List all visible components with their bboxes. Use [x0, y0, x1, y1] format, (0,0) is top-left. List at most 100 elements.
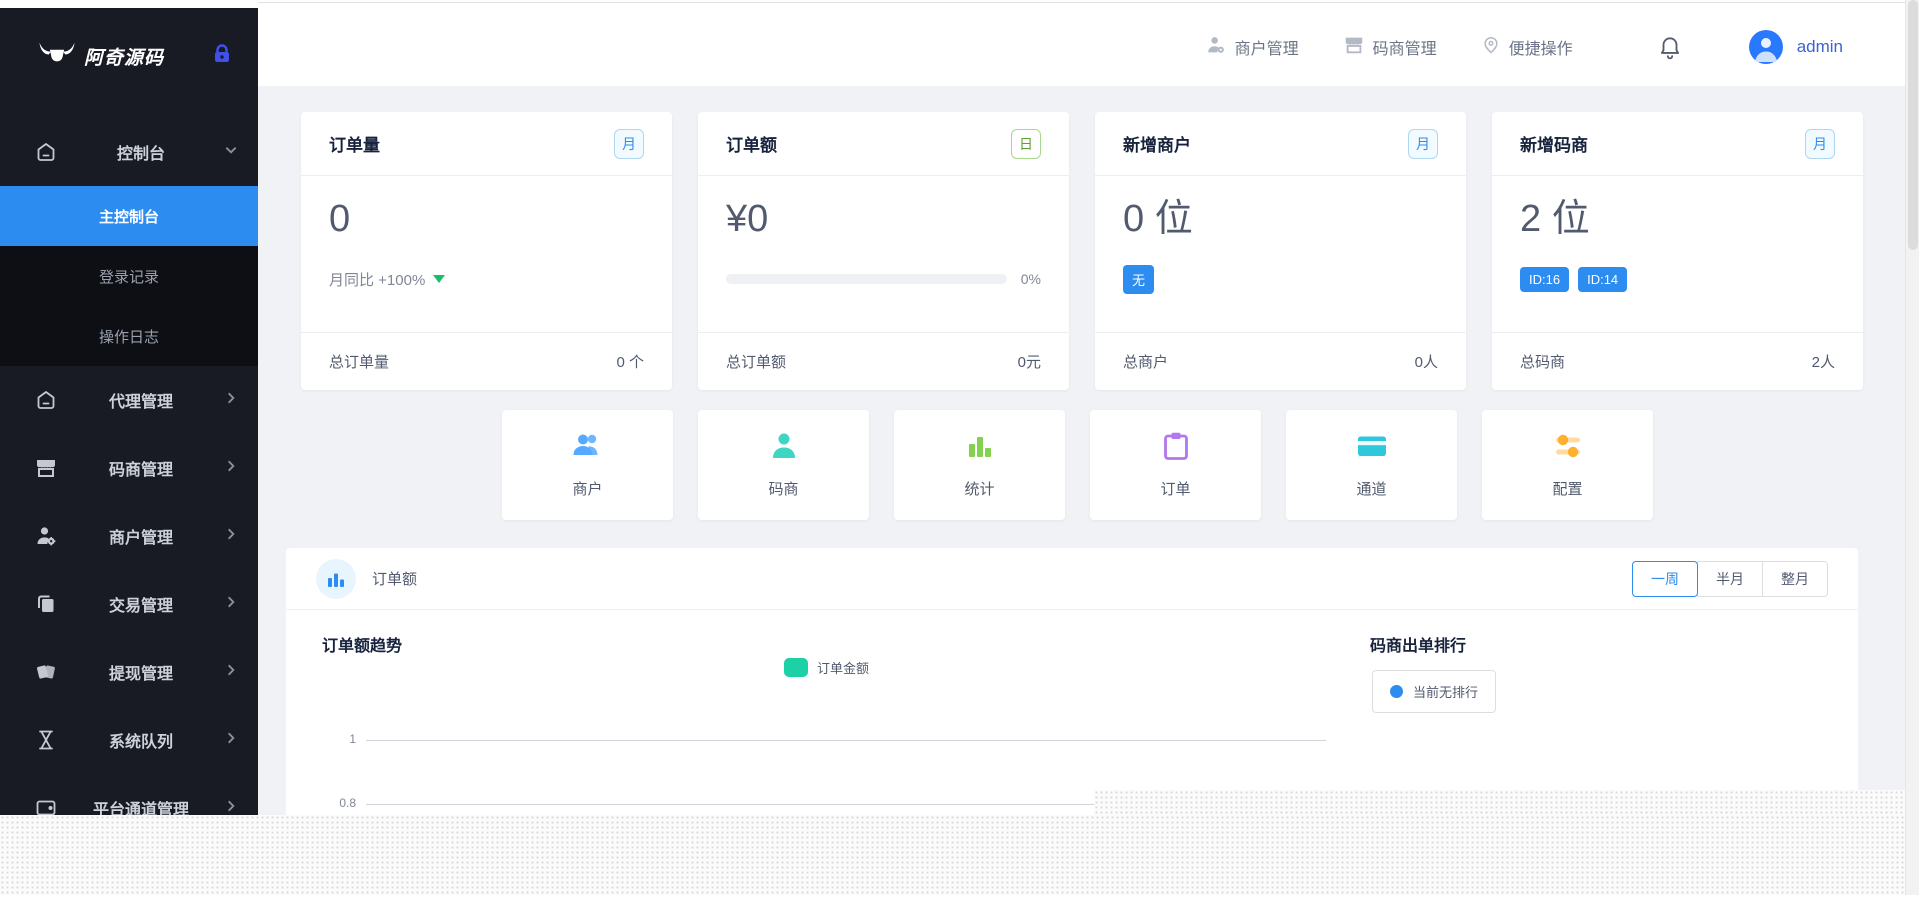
shop-icon — [34, 456, 58, 480]
card-value: ¥0 — [726, 198, 769, 240]
range-half-month-button[interactable]: 半月 — [1697, 560, 1763, 597]
bar-chart-icon — [316, 558, 356, 599]
notification-bell-icon[interactable] — [1657, 34, 1683, 60]
sidebar-item-label: 系统队列 — [108, 734, 173, 751]
user-gear-icon — [34, 524, 58, 548]
panel-header: 订单额 一周 半月 整月 — [286, 548, 1858, 610]
footer-label: 总订单额 — [726, 354, 787, 371]
topnav-quick-actions[interactable]: 便捷操作 — [1481, 35, 1573, 60]
stat-card-new-coders: 新增码商 月 2 位 ID:16 ID:14 总码商 2人 — [1492, 112, 1863, 390]
period-badge[interactable]: 月 — [614, 128, 644, 159]
ranking-empty-label: 当前无排行 — [1413, 685, 1479, 700]
range-button-group: 一周 半月 整月 — [1632, 560, 1828, 597]
user-gear-icon — [1205, 34, 1235, 61]
stat-card-order-count: 订单量 月 0 月同比 +100% 总订单量 0 个 — [301, 112, 672, 390]
sidebar-item-operation-logs[interactable]: 操作日志 — [0, 306, 258, 366]
sidebar-item-main-console[interactable]: 主控制台 — [0, 186, 258, 246]
console-submenu: 主控制台 登录记录 操作日志 — [0, 186, 258, 366]
progress-bar — [726, 274, 1007, 284]
username[interactable]: admin — [1797, 37, 1843, 57]
quick-link-label: 商户 — [572, 481, 603, 498]
chevron-down-icon — [224, 143, 238, 162]
chart-legend[interactable]: 订单金额 — [784, 658, 869, 677]
quick-link-stats[interactable]: 统计 — [894, 410, 1065, 520]
sidebar-item-label: 商户管理 — [108, 530, 173, 547]
stat-card-order-amount: 订单额 日 ¥0 0% 总订单额 0元 — [698, 112, 1069, 390]
sidebar-item-withdraw-mgmt[interactable]: 提现管理 — [0, 638, 258, 706]
sidebar-item-label: 代理管理 — [108, 394, 173, 411]
sidebar-item-label: 提现管理 — [108, 666, 173, 683]
blue-dot-icon — [1390, 685, 1403, 698]
window-top-divider — [258, 2, 1905, 3]
tag-id[interactable]: ID:16 — [1520, 266, 1570, 292]
hourglass-icon — [34, 728, 58, 752]
avatar[interactable] — [1748, 30, 1783, 64]
footer-label: 总订单量 — [329, 354, 390, 371]
sidebar-item-agent-mgmt[interactable]: 代理管理 — [0, 366, 258, 434]
card-value: 2 位 — [1520, 198, 1590, 240]
sliders-icon — [1552, 431, 1584, 466]
legend-label: 订单金额 — [817, 661, 870, 676]
quick-link-channels[interactable]: 通道 — [1286, 410, 1457, 520]
page-cutoff-pattern — [0, 815, 1919, 895]
stat-card-row: 订单量 月 0 月同比 +100% 总订单量 0 个 订单额 日 ¥0 0% 总… — [301, 112, 1863, 390]
quick-link-label: 通道 — [1356, 481, 1387, 498]
chevron-right-icon — [224, 731, 238, 750]
quick-link-label: 统计 — [964, 481, 995, 498]
topnav-merchant-mgmt[interactable]: 商户管理 — [1205, 34, 1299, 61]
footer-value: 2人 — [1811, 354, 1835, 371]
topnav-coder-mgmt[interactable]: 码商管理 — [1343, 34, 1437, 61]
quick-link-coder[interactable]: 码商 — [698, 410, 869, 520]
location-pin-icon — [1481, 35, 1509, 60]
panel-title: 订单额 — [372, 571, 418, 588]
tag-none[interactable]: 无 — [1123, 264, 1155, 294]
wallet-icon — [34, 796, 58, 815]
chevron-right-icon — [224, 391, 238, 410]
period-badge[interactable]: 日 — [1011, 128, 1041, 159]
footer-label: 总商户 — [1123, 354, 1169, 371]
credit-card-icon — [1356, 431, 1388, 466]
users-icon — [571, 431, 605, 466]
tag-id[interactable]: ID:14 — [1578, 266, 1628, 292]
sidebar-item-merchant-mgmt[interactable]: 商户管理 — [0, 502, 258, 570]
card-title: 订单量 — [329, 136, 380, 155]
gridline — [366, 740, 1326, 741]
logo: 阿奇源码 — [0, 8, 258, 104]
home-icon — [34, 388, 58, 412]
trend-chart-title: 订单额趋势 — [322, 638, 403, 655]
footer-value: 0元 — [1017, 354, 1041, 371]
period-badge[interactable]: 月 — [1408, 128, 1438, 159]
sidebar-item-trade-mgmt[interactable]: 交易管理 — [0, 570, 258, 638]
sidebar-item-label: 码商管理 — [108, 462, 173, 479]
sidebar-item-login-records[interactable]: 登录记录 — [0, 246, 258, 306]
quick-link-merchant[interactable]: 商户 — [502, 410, 673, 520]
period-badge[interactable]: 月 — [1805, 128, 1835, 159]
lock-icon[interactable] — [210, 42, 234, 71]
quick-link-config[interactable]: 配置 — [1482, 410, 1653, 520]
sidebar-item-platform-channel-mgmt[interactable]: 平台通道管理 — [0, 774, 258, 815]
topnav-label: 码商管理 — [1372, 41, 1437, 58]
sidebar-item-coder-mgmt[interactable]: 码商管理 — [0, 434, 258, 502]
range-month-button[interactable]: 整月 — [1762, 560, 1828, 597]
sidebar-item-system-queue[interactable]: 系统队列 — [0, 706, 258, 774]
home-icon — [34, 140, 58, 164]
sidebar-item-console[interactable]: 控制台 — [0, 118, 258, 186]
sidebar-item-label: 控制台 — [116, 146, 165, 163]
chevron-right-icon — [224, 799, 238, 816]
legend-swatch — [784, 658, 808, 677]
clipboard-icon — [1161, 431, 1191, 466]
range-week-button[interactable]: 一周 — [1632, 560, 1698, 597]
sidebar-item-label: 交易管理 — [108, 598, 173, 615]
y-axis-tick: 1 — [349, 732, 356, 746]
sidebar-item-label: 平台通道管理 — [92, 802, 189, 815]
quick-link-orders[interactable]: 订单 — [1090, 410, 1261, 520]
footer-value: 0 个 — [616, 354, 644, 371]
scrollbar-thumb[interactable] — [1908, 0, 1918, 250]
topnav-label: 便捷操作 — [1508, 41, 1573, 58]
vertical-scrollbar[interactable] — [1905, 0, 1919, 895]
bar-chart-icon — [965, 431, 995, 466]
topnav-label: 商户管理 — [1234, 41, 1299, 58]
quick-link-label: 订单 — [1160, 481, 1191, 498]
caret-down-icon — [433, 275, 446, 283]
card-title: 新增商户 — [1123, 136, 1191, 155]
